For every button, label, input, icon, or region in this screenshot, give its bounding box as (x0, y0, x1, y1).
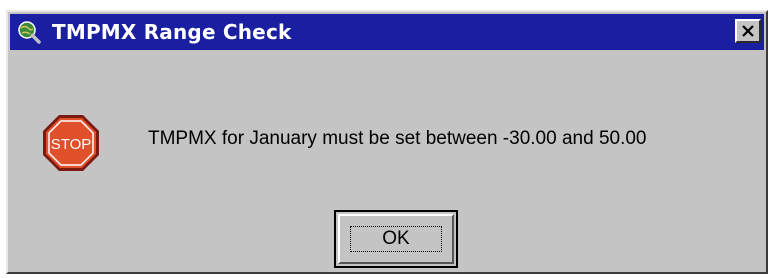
ok-focus-ring: OK (350, 226, 442, 252)
title-bar[interactable]: TMPMX Range Check (10, 14, 764, 50)
dialog-message: TMPMX for January must be set between -3… (148, 128, 647, 149)
globe-magnifier-icon (18, 21, 41, 44)
stop-sign-label: STOP (51, 136, 92, 153)
ok-button-bevel: OK (338, 214, 454, 264)
stop-sign-icon: STOP (43, 115, 99, 171)
close-button[interactable] (735, 19, 761, 43)
ok-button-label: OK (382, 228, 410, 249)
ok-button[interactable]: OK (334, 210, 458, 268)
close-icon (742, 25, 754, 37)
dialog-window: TMPMX Range Check STOP TMPMX for January… (6, 10, 768, 274)
window-title: TMPMX Range Check (52, 20, 292, 44)
